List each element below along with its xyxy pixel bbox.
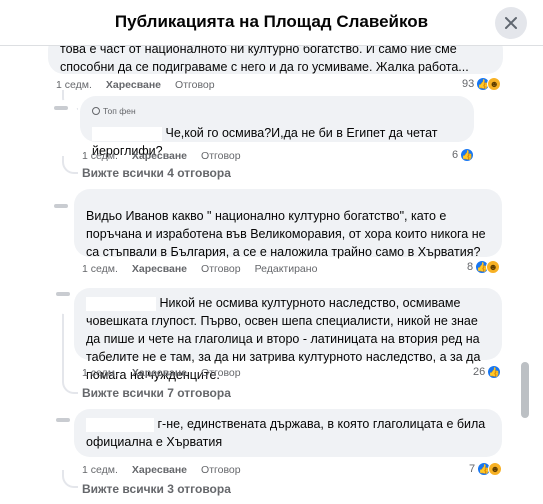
haha-reaction-icon: ☻ (487, 77, 502, 91)
like-button[interactable]: Харесване (106, 79, 161, 91)
like-button[interactable]: Харесване (132, 263, 187, 275)
comment-bubble: Топ фен Че,кой го осмива?И,да не би в Ег… (80, 96, 474, 158)
comment-meta: 1 седм. Харесване Отговор (82, 367, 241, 379)
view-replies-link[interactable]: Вижте всички 4 отговора (82, 166, 231, 180)
thread-connector (62, 308, 64, 380)
scrollbar-thumb[interactable] (521, 362, 529, 418)
view-replies-link[interactable]: Вижте всички 7 отговора (82, 386, 231, 400)
reply-button[interactable]: Отговор (201, 150, 241, 162)
reaction-summary[interactable]: 26 👍 (473, 365, 502, 379)
reaction-count: 7 (469, 463, 476, 475)
thread-connector (62, 470, 78, 488)
comments-scroll-area[interactable]: това е част от националното ни културно … (0, 46, 543, 504)
comment-time[interactable]: 1 седм. (82, 150, 118, 162)
reaction-summary[interactable]: 6 👍 (452, 148, 475, 162)
like-button[interactable]: Харесване (132, 367, 187, 379)
comment-meta: 1 седм. Харесване Отговор (56, 79, 215, 91)
like-reaction-icon: 👍 (460, 148, 475, 162)
comment-text: това е част от националното ни културно … (60, 46, 469, 74)
comment-bubble: Никой не осмива културното наследство, о… (74, 288, 502, 382)
reaction-summary[interactable]: 8 👍 ☻ (467, 260, 501, 274)
dialog-title: Публикацията на Площад Славейков (114, 12, 429, 31)
author-name[interactable] (86, 296, 156, 311)
comment-bubble: Видьо Иванов какво " национално културно… (74, 189, 502, 259)
comment-bubble: това е част от националното ни културно … (48, 46, 503, 74)
close-button[interactable] (495, 7, 527, 39)
reaction-count: 8 (467, 261, 474, 273)
top-fan-badge-icon (92, 107, 100, 115)
reaction-summary[interactable]: 93 👍 ☻ (462, 77, 502, 91)
view-replies-link[interactable]: Вижте всички 3 отговора (82, 482, 231, 496)
thread-connector (62, 376, 78, 394)
edited-label[interactable]: Редактирано (255, 263, 318, 275)
reply-button[interactable]: Отговор (201, 367, 241, 379)
dialog-header: Публикацията на Площад Славейков (0, 0, 543, 46)
reply-button[interactable]: Отговор (175, 79, 215, 91)
comment-time[interactable]: 1 седм. (82, 464, 118, 476)
reaction-count: 6 (452, 149, 459, 161)
reply-button[interactable]: Отговор (201, 464, 241, 476)
comment-time[interactable]: 1 седм. (82, 367, 118, 379)
haha-reaction-icon: ☻ (488, 462, 503, 476)
comment-meta: 1 седм. Харесване Отговор (82, 464, 241, 476)
reply-button[interactable]: Отговор (201, 263, 241, 275)
author-name[interactable] (92, 126, 162, 141)
thread-connector (62, 156, 78, 174)
comment-meta: 1 седм. Харесване Отговор (82, 150, 241, 162)
comment-bubble: г-не, единствената държава, в която глаг… (74, 409, 502, 457)
reaction-summary[interactable]: 7 👍 ☻ (469, 462, 503, 476)
like-button[interactable]: Харесване (132, 150, 187, 162)
comment-text: Видьо Иванов какво " национално културно… (86, 209, 486, 259)
like-reaction-icon: 👍 (487, 365, 502, 379)
top-fan-badge: Топ фен (92, 102, 462, 120)
comment-meta: 1 седм. Харесване Отговор Редактирано (82, 263, 317, 275)
haha-reaction-icon: ☻ (486, 260, 501, 274)
reaction-count: 26 (473, 366, 486, 378)
avatar[interactable] (50, 100, 78, 128)
author-name[interactable] (86, 417, 154, 432)
comment-time[interactable]: 1 седм. (82, 263, 118, 275)
close-icon (505, 17, 517, 29)
reaction-count: 93 (462, 78, 475, 90)
badge-label: Топ фен (103, 106, 136, 116)
like-button[interactable]: Харесване (132, 464, 187, 476)
